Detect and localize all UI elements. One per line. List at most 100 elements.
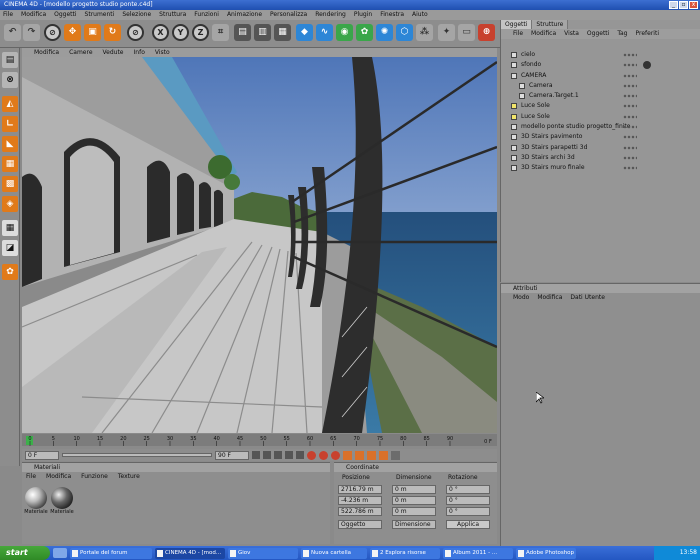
go-end-icon[interactable] (296, 451, 304, 459)
size-mode-select[interactable]: Dimensione (392, 520, 436, 529)
visibility-dots-icon[interactable] (623, 155, 637, 160)
use-polygon-tool-icon[interactable]: ▦ (2, 156, 18, 172)
taskbar-item[interactable]: 2 Esplora risorse (370, 547, 440, 559)
object-row[interactable]: 3D Stairs muro finale (501, 163, 700, 173)
object-menu-tag[interactable]: Tag (617, 29, 627, 39)
object-row[interactable]: sfondo (501, 60, 700, 70)
object-row[interactable]: modello ponte studio progetto_finito (501, 122, 700, 132)
axis-y-button[interactable]: Y (172, 24, 189, 41)
tab-strutture[interactable]: Strutture (532, 20, 569, 29)
cube-object-icon[interactable]: ◆ (296, 24, 313, 41)
object-row[interactable]: 3D Stairs pavimento (501, 132, 700, 142)
taskbar-item[interactable]: CINEMA 4D - [mod... (155, 547, 225, 559)
object-menu-preferiti[interactable]: Preferiti (636, 29, 660, 39)
menu-selezione[interactable]: Selezione (122, 10, 151, 20)
spline-icon[interactable]: ∿ (316, 24, 333, 41)
visibility-dots-icon[interactable] (623, 166, 637, 171)
scale-key-icon[interactable] (355, 450, 364, 460)
rotation-p-field[interactable]: 0 ° (446, 496, 490, 505)
viewport-menu-modifica[interactable]: Modifica (34, 48, 59, 57)
play-icon[interactable] (274, 451, 282, 459)
keyframe-selection-icon[interactable] (331, 450, 340, 460)
menu-aiuto[interactable]: Aiuto (412, 10, 428, 20)
light-icon[interactable]: ✦ (438, 24, 455, 41)
next-frame-icon[interactable] (285, 451, 293, 459)
material-swatch[interactable]: Materiale (50, 487, 74, 515)
redo-icon[interactable]: ↷ (23, 24, 40, 41)
taskbar-item[interactable]: Portale del forum (70, 547, 152, 559)
visibility-dots-icon[interactable] (623, 63, 637, 68)
menu-modifica[interactable]: Modifica (21, 10, 46, 20)
go-start-icon[interactable] (252, 451, 260, 459)
menu-funzioni[interactable]: Funzioni (194, 10, 219, 20)
position-z-field[interactable]: 522.786 m (338, 507, 382, 516)
material-menu-modifica[interactable]: Modifica (46, 472, 71, 481)
menu-struttura[interactable]: Struttura (159, 10, 186, 20)
maximize-button[interactable]: ▫ (679, 1, 688, 9)
taskbar-item[interactable]: Adobe Photoshop (516, 547, 576, 559)
make-editable-icon[interactable]: ▤ (2, 52, 18, 68)
system-tray-clock[interactable]: 13:58 (654, 546, 700, 560)
attribute-menu-modifica[interactable]: Modifica (537, 293, 562, 303)
visibility-dots-icon[interactable] (623, 135, 637, 140)
record-icon[interactable] (307, 450, 316, 460)
start-button[interactable]: start (0, 546, 50, 560)
rotate-icon[interactable]: ↻ (104, 24, 121, 41)
rotation-h-field[interactable]: 0 ° (446, 485, 490, 494)
visibility-dots-icon[interactable] (623, 53, 637, 57)
render-settings-icon[interactable]: ▦ (274, 24, 291, 41)
object-menu-modifica[interactable]: Modifica (531, 29, 556, 39)
workplane-icon[interactable]: ▦ (2, 220, 18, 236)
move-icon[interactable]: ✥ (64, 24, 81, 41)
object-row[interactable]: 3D Stairs parapetti 3d (501, 143, 700, 153)
apply-button[interactable]: Applica (446, 520, 490, 529)
object-row[interactable]: Luce Sole (501, 101, 700, 111)
object-row[interactable]: Camera (501, 81, 700, 91)
nurbs-icon[interactable]: ◉ (336, 24, 353, 41)
object-menu-oggetti[interactable]: Oggetti (587, 29, 609, 39)
model-mode-icon[interactable]: ⊘ (127, 24, 144, 41)
menu-oggetti[interactable]: Oggetti (54, 10, 76, 20)
attribute-menu-dati-utente[interactable]: Dati Utente (570, 293, 605, 303)
viewport-menu-vedute[interactable]: Vedute (103, 48, 124, 57)
material-menu-file[interactable]: File (26, 472, 36, 481)
frame-start-field[interactable]: 0 F (25, 450, 59, 460)
attribute-menu-modo[interactable]: Modo (513, 293, 529, 303)
object-menu-file[interactable]: File (513, 29, 523, 39)
rotation-key-icon[interactable] (367, 450, 376, 460)
scene-icon[interactable]: ⬡ (396, 24, 413, 41)
visibility-dots-icon[interactable] (623, 114, 637, 119)
material-tag-icon[interactable] (643, 61, 651, 70)
menu-personalizza[interactable]: Personalizza (270, 10, 307, 20)
minimize-button[interactable]: _ (669, 1, 678, 9)
layout-switch-icon[interactable]: ⊕ (478, 24, 495, 41)
coordinate-system-icon[interactable]: ⌗ (212, 24, 229, 41)
visibility-dots-icon[interactable] (623, 125, 637, 130)
menu-rendering[interactable]: Rendering (315, 10, 346, 20)
visibility-dots-icon[interactable] (623, 83, 637, 88)
viewport-3d[interactable] (22, 57, 497, 433)
position-key-icon[interactable] (343, 450, 352, 460)
param-key-icon[interactable] (379, 450, 388, 460)
visibility-dots-icon[interactable] (623, 104, 637, 109)
timeline-ruler[interactable]: 0 5 10 15 20 25 30 35 40 45 50 55 60 65 70 75 80 85 90 0 F (22, 434, 497, 446)
size-z-field[interactable]: 0 m (392, 507, 436, 516)
undo-icon[interactable]: ↶ (4, 24, 21, 41)
sculpt-icon[interactable]: ✿ (2, 264, 18, 280)
rotation-b-field[interactable]: 0 ° (446, 507, 490, 516)
size-x-field[interactable]: 0 m (392, 485, 436, 494)
render-picture-viewer-icon[interactable]: ▥ (254, 24, 271, 41)
taskbar-item[interactable]: Nuova cartella (301, 547, 367, 559)
object-row[interactable]: CAMERA (501, 71, 700, 81)
material-menu-texture[interactable]: Texture (118, 472, 140, 481)
use-edge-tool-icon[interactable]: ◣ (2, 136, 18, 152)
position-x-field[interactable]: 2716.79 m (338, 485, 382, 494)
snap-icon[interactable]: ◪ (2, 240, 18, 256)
object-row[interactable]: Camera.Target.1 (501, 91, 700, 101)
axis-x-button[interactable]: X (152, 24, 169, 41)
layout-icon[interactable]: ▭ (458, 24, 475, 41)
array-icon[interactable]: ✿ (356, 24, 373, 41)
menu-plugin[interactable]: Plugin (354, 10, 372, 20)
quick-launch-icon[interactable] (53, 548, 67, 558)
position-y-field[interactable]: -4.236 m (338, 496, 382, 505)
